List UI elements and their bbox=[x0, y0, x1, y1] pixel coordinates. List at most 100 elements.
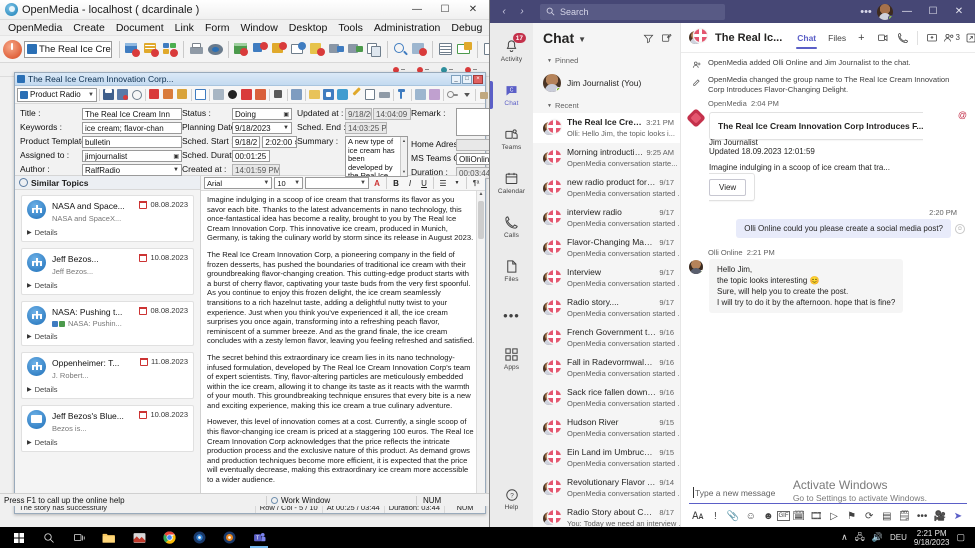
grid-icon[interactable] bbox=[482, 41, 489, 58]
topic-details-toggle[interactable]: ▶ Details bbox=[27, 281, 188, 290]
avatar[interactable] bbox=[877, 3, 893, 20]
teams-button[interactable]: T bbox=[244, 527, 274, 548]
conversation-messages[interactable]: OpenMedia added Olli Online and Jim Jour… bbox=[681, 53, 975, 479]
mail-icon[interactable] bbox=[456, 41, 473, 58]
rail-item-activity[interactable]: 17 Activity bbox=[490, 29, 533, 73]
import-icon[interactable] bbox=[347, 41, 364, 58]
rail-item-calls[interactable]: Calls bbox=[490, 205, 533, 249]
recent-section-header[interactable]: ▼ Recent bbox=[533, 98, 680, 113]
more-icon[interactable]: ••• bbox=[913, 508, 931, 524]
task-view-button[interactable] bbox=[64, 527, 94, 548]
topic-details-toggle[interactable]: ▶ Details bbox=[27, 228, 188, 237]
teams-chat-input[interactable]: OlliOnline; jimjou▣ bbox=[456, 153, 489, 165]
start-button[interactable] bbox=[4, 527, 34, 548]
lock-icon[interactable] bbox=[478, 88, 489, 101]
chevron-down-icon[interactable]: ▼ bbox=[578, 35, 586, 44]
similar-topic-card[interactable]: Oppenheimer: T... J. Robert... 11.08.202… bbox=[21, 352, 194, 399]
bold-icon[interactable]: B bbox=[390, 177, 402, 189]
pin-icon[interactable] bbox=[396, 88, 409, 101]
doc-close-button[interactable]: × bbox=[473, 74, 483, 84]
tab-files[interactable]: Files bbox=[825, 23, 849, 53]
view-button[interactable]: View bbox=[709, 179, 747, 197]
move-down-icon[interactable] bbox=[271, 41, 288, 58]
spellcheck-icon[interactable] bbox=[194, 88, 207, 101]
italic-icon[interactable]: I bbox=[404, 177, 416, 189]
search-button[interactable] bbox=[34, 527, 64, 548]
save-icon[interactable] bbox=[102, 88, 115, 101]
table-icon[interactable] bbox=[414, 88, 427, 101]
attach-icon[interactable]: 📎 bbox=[724, 508, 742, 524]
file-explorer-button[interactable] bbox=[94, 527, 124, 548]
special-char-icon[interactable]: ¶ᵃ bbox=[470, 177, 482, 189]
tab-chat[interactable]: Chat bbox=[794, 23, 819, 53]
filter-icon[interactable] bbox=[643, 33, 654, 44]
new-chat-icon[interactable] bbox=[661, 33, 672, 44]
share-screen-icon[interactable] bbox=[923, 29, 941, 47]
volume-icon[interactable]: 🔊 bbox=[872, 532, 883, 543]
find-replace-icon[interactable] bbox=[411, 41, 428, 58]
more-options-icon[interactable]: ••• bbox=[857, 6, 875, 18]
topic-details-toggle[interactable]: ▶ Details bbox=[27, 438, 188, 447]
emoji-icon[interactable]: ☺ bbox=[742, 508, 760, 524]
approval-icon[interactable]: ⚑ bbox=[843, 508, 861, 524]
color-icon[interactable] bbox=[336, 88, 349, 101]
language-indicator[interactable]: DEU bbox=[890, 533, 907, 542]
summary-scrollbar[interactable] bbox=[400, 137, 407, 176]
font-color-icon[interactable]: A bbox=[371, 177, 383, 189]
audio-call-icon[interactable] bbox=[894, 29, 912, 47]
status-input[interactable]: Doing ▣ bbox=[232, 108, 292, 120]
add-tab-button[interactable]: + bbox=[855, 23, 867, 53]
chat-list-item[interactable]: Radio story.... 9/17 OpenMedia conversatio… bbox=[533, 293, 680, 323]
new-story-icon[interactable] bbox=[124, 41, 141, 58]
chrome-button[interactable] bbox=[154, 527, 184, 548]
archive-icon[interactable] bbox=[290, 88, 303, 101]
author-input[interactable]: RalfRadio ▼ bbox=[82, 164, 182, 176]
minimize-button[interactable]: — bbox=[403, 0, 431, 19]
copy-icon[interactable] bbox=[366, 41, 383, 58]
media-icon[interactable] bbox=[322, 88, 335, 101]
doc-minimize-button[interactable]: _ bbox=[451, 74, 461, 84]
menu-create[interactable]: Create bbox=[68, 21, 111, 35]
assigned-to-input[interactable]: jimjournalist ▣ bbox=[82, 150, 182, 162]
similar-topic-card[interactable]: Jeff Bezos... Jeff Bezos... 10.08.2023 ▶… bbox=[21, 248, 194, 295]
table2-icon[interactable] bbox=[428, 88, 441, 101]
rail-item-calendar[interactable]: Calendar bbox=[490, 161, 533, 205]
link-story-icon[interactable] bbox=[240, 88, 253, 101]
underline-icon[interactable]: U bbox=[418, 177, 430, 189]
menu-tools[interactable]: Tools bbox=[333, 21, 369, 35]
loop-icon[interactable]: ⟳ bbox=[860, 508, 878, 524]
key-dropdown-icon[interactable] bbox=[460, 88, 473, 101]
list-add-icon[interactable] bbox=[309, 41, 326, 58]
new-group-icon[interactable] bbox=[162, 41, 179, 58]
topic-details-toggle[interactable]: ▶ Details bbox=[27, 332, 188, 341]
menu-window[interactable]: Window bbox=[235, 21, 283, 35]
chat-list-item[interactable]: Morning introduction 9:25 AM OpenMedia con… bbox=[533, 143, 680, 173]
menu-document[interactable]: Document bbox=[111, 21, 170, 35]
new-rundown-icon[interactable] bbox=[143, 41, 160, 58]
send-icon[interactable]: ➤ bbox=[949, 508, 967, 524]
print-doc-icon[interactable] bbox=[378, 88, 391, 101]
menu-desktop[interactable]: Desktop bbox=[284, 21, 334, 35]
chat-list-item[interactable]: Radio Story about Christo...8/17 You: Tod… bbox=[533, 503, 680, 527]
save-as-icon[interactable] bbox=[116, 88, 129, 101]
popout-icon[interactable] bbox=[962, 29, 975, 47]
chat-list-item[interactable]: Interview 9/17 OpenMedia conversation star… bbox=[533, 263, 680, 293]
search-icon[interactable] bbox=[392, 41, 409, 58]
praise-icon[interactable]: ▷ bbox=[825, 508, 843, 524]
menu-debug[interactable]: Debug bbox=[446, 21, 488, 35]
chat-list-item-pinned[interactable]: Jim Journalist (You) bbox=[533, 68, 680, 98]
story-text-area[interactable]: Imagine indulging in a scoop of ice crea… bbox=[201, 191, 485, 501]
giphy-icon[interactable]: GIF bbox=[777, 511, 790, 521]
chat-list-item[interactable]: interview radio 9/17 OpenMedia conversatio… bbox=[533, 203, 680, 233]
chat-list-item[interactable]: new radio product for ice ...9/17 OpenMed… bbox=[533, 173, 680, 203]
search-input[interactable]: Search bbox=[540, 3, 725, 20]
keywords-input[interactable]: ice cream; flavor-chan bbox=[82, 122, 182, 134]
video-message-icon[interactable]: 🎥 bbox=[931, 508, 949, 524]
editor-scrollbar[interactable] bbox=[476, 191, 485, 501]
incoming-bubble[interactable]: Hello Jim, the topic looks interesting 😊… bbox=[709, 259, 904, 314]
teams-maximize-button[interactable]: ☐ bbox=[921, 1, 945, 23]
gear-icon[interactable] bbox=[19, 178, 28, 187]
maximize-button[interactable]: ☐ bbox=[431, 0, 459, 19]
copy-story-icon[interactable] bbox=[162, 88, 175, 101]
openmedia-button[interactable] bbox=[184, 527, 214, 548]
